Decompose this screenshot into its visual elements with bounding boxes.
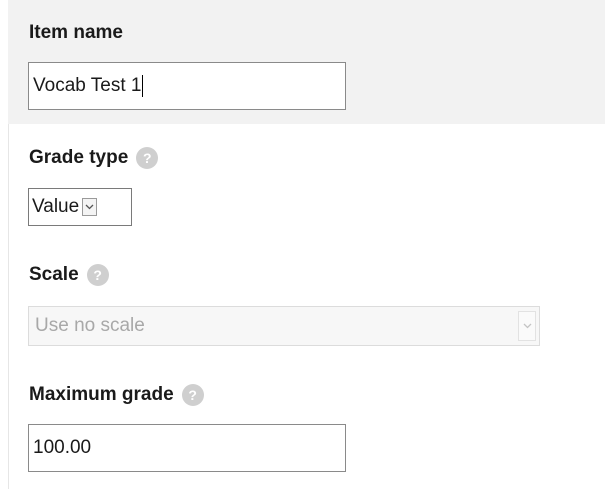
- scale-selected: Use no scale: [35, 315, 145, 336]
- item-name-value: Vocab Test 1: [33, 75, 142, 96]
- item-name-label: Item name: [29, 22, 123, 43]
- grade-type-selected: Value: [32, 196, 80, 217]
- help-icon[interactable]: ?: [136, 147, 159, 169]
- maximum-grade-input[interactable]: 100.00: [28, 424, 346, 472]
- scale-label: Scale ?: [29, 264, 109, 286]
- item-name-input[interactable]: Vocab Test 1: [28, 62, 346, 110]
- chevron-down-icon: [518, 311, 536, 341]
- maximum-grade-label: Maximum grade ?: [29, 384, 204, 406]
- text-caret: [142, 75, 144, 97]
- help-icon[interactable]: ?: [86, 264, 109, 286]
- help-icon[interactable]: ?: [181, 384, 204, 406]
- chevron-down-icon: [82, 198, 98, 216]
- maximum-grade-value: 100.00: [33, 437, 92, 458]
- left-divider: [8, 124, 9, 489]
- grade-item-form: Item name Vocab Test 1 Grade type ? Valu…: [0, 0, 605, 489]
- grade-type-select[interactable]: Value: [28, 188, 132, 226]
- grade-type-label: Grade type ?: [29, 147, 159, 169]
- scale-select: Use no scale: [28, 306, 540, 346]
